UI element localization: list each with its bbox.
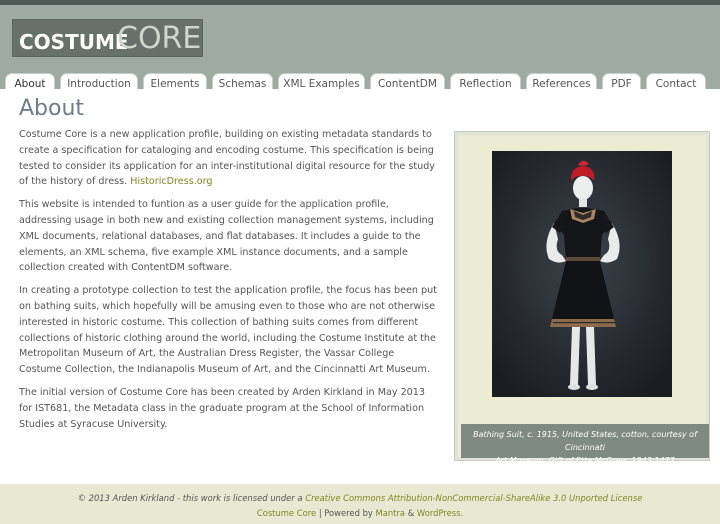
logo-part-costume: COSTUME <box>19 30 129 54</box>
mantra-link[interactable]: Mantra <box>376 508 406 518</box>
logo-part-core: CORE <box>117 21 202 56</box>
page-body: Costume Core is a new application profil… <box>19 127 439 439</box>
paragraph-prototype: In creating a prototype collection to te… <box>19 285 437 376</box>
mannequin-bathing-suit-illustration <box>492 151 672 397</box>
paragraph-purpose: This website is intended to funtion as a… <box>19 199 434 274</box>
caption-line-2: Art Museum, Gift of Etta McGrew, 1943.14… <box>495 456 675 465</box>
image-caption: Bathing Suit, c. 1915, United States, co… <box>461 424 709 465</box>
powered-by-text: | Powered by <box>318 508 373 518</box>
footer-license-row: © 2013 Arden Kirkland - this work is lic… <box>0 493 720 503</box>
paragraph-credits: The initial version of Costume Core has … <box>19 386 425 430</box>
wordpress-link[interactable]: WordPress. <box>417 508 463 518</box>
costume-core-footer-link[interactable]: Costume Core <box>257 508 316 518</box>
ampersand-text: & <box>407 508 415 518</box>
historicdress-link[interactable]: HistoricDress.org <box>130 176 212 187</box>
caption-line-1: Bathing Suit, c. 1915, United States, co… <box>473 430 697 452</box>
copyright-text: © 2013 Arden Kirkland - this work is lic… <box>77 493 303 503</box>
featured-image-mat: Bathing Suit, c. 1915, United States, co… <box>458 135 709 465</box>
site-logo[interactable]: COSTUME CORE <box>12 19 203 57</box>
main-content: About Costume Core is a new application … <box>0 89 720 484</box>
paragraph-intro-text: Costume Core is a new application profil… <box>19 129 435 188</box>
paragraph-intro: Costume Core is a new application profil… <box>19 127 439 190</box>
site-header: COSTUME CORE About Introduction Elements… <box>0 5 720 94</box>
page-title: About <box>19 96 85 121</box>
license-link[interactable]: Creative Commons Attribution-NonCommerci… <box>305 493 642 503</box>
featured-image-frame: Bathing Suit, c. 1915, United States, co… <box>454 131 710 465</box>
bathing-suit-photo <box>492 151 672 397</box>
site-footer: © 2013 Arden Kirkland - this work is lic… <box>0 484 720 524</box>
footer-credits-row: Costume Core | Powered by Mantra & WordP… <box>0 508 720 518</box>
